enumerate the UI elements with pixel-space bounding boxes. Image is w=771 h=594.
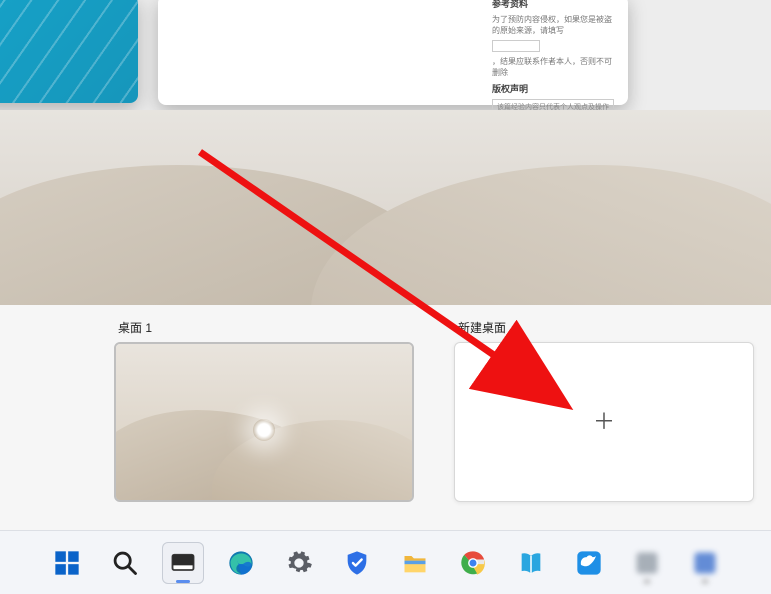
doc-heading-1: 参考资料 bbox=[492, 0, 614, 10]
chrome-icon bbox=[459, 549, 487, 577]
edge-button[interactable] bbox=[220, 542, 262, 584]
windows-logo-icon bbox=[53, 549, 81, 577]
book-icon bbox=[517, 549, 545, 577]
start-button[interactable] bbox=[46, 542, 88, 584]
thunder-button[interactable] bbox=[568, 542, 610, 584]
shield-icon bbox=[343, 549, 371, 577]
search-icon bbox=[111, 549, 139, 577]
app-icon bbox=[691, 549, 719, 577]
security-button[interactable] bbox=[336, 542, 378, 584]
doc-text: ，结果应联系作者本人，否则不可删除 bbox=[492, 56, 614, 78]
virtual-desktop-thumbnail[interactable] bbox=[114, 342, 414, 502]
bird-icon bbox=[575, 549, 603, 577]
edge-icon bbox=[227, 549, 255, 577]
reader-button[interactable] bbox=[510, 542, 552, 584]
doc-input-field bbox=[492, 40, 540, 52]
window-thumbnail-2[interactable]: 参考资料 为了预防内容侵权，如果您是被盗的原始来源，请填写 ，结果应联系作者本人… bbox=[158, 0, 628, 105]
task-view-icon bbox=[169, 549, 197, 577]
app-icon bbox=[633, 549, 661, 577]
search-button[interactable] bbox=[104, 542, 146, 584]
settings-button[interactable] bbox=[278, 542, 320, 584]
wallpaper-dune bbox=[311, 165, 771, 305]
virtual-desktops-strip: 桌面 1 新建桌面 ＋ bbox=[0, 305, 771, 530]
chrome-button[interactable] bbox=[452, 542, 494, 584]
folder-icon bbox=[401, 549, 429, 577]
task-view-window-row: 参考资料 为了预防内容侵权，如果您是被盗的原始来源，请填写 ，结果应联系作者本人… bbox=[0, 0, 771, 110]
doc-line-1: 为了预防内容侵权，如果您是被盗的原始来源，请填写 ，结果应联系作者本人，否则不可… bbox=[492, 14, 614, 78]
virtual-desktop-current[interactable]: 桌面 1 bbox=[114, 319, 430, 502]
desktop-wallpaper bbox=[0, 110, 771, 305]
thumbnail-wallpaper bbox=[116, 344, 412, 500]
pinned-app-a[interactable] bbox=[626, 542, 668, 584]
task-view-button[interactable] bbox=[162, 542, 204, 584]
new-desktop-label: 新建桌面 bbox=[454, 319, 770, 336]
gear-icon bbox=[285, 549, 313, 577]
taskbar bbox=[0, 530, 771, 594]
pinned-app-b[interactable] bbox=[684, 542, 726, 584]
doc-text: 为了预防内容侵权，如果您是被盗的原始来源，请填写 bbox=[492, 14, 614, 36]
doc-heading-2: 版权声明 bbox=[492, 82, 614, 95]
new-desktop-button[interactable]: ＋ bbox=[454, 342, 754, 502]
virtual-desktop-new[interactable]: 新建桌面 ＋ bbox=[454, 319, 770, 502]
window-thumbnail-1[interactable] bbox=[0, 0, 138, 103]
file-explorer-button[interactable] bbox=[394, 542, 436, 584]
virtual-desktop-label: 桌面 1 bbox=[114, 319, 430, 336]
plus-icon: ＋ bbox=[593, 411, 615, 433]
